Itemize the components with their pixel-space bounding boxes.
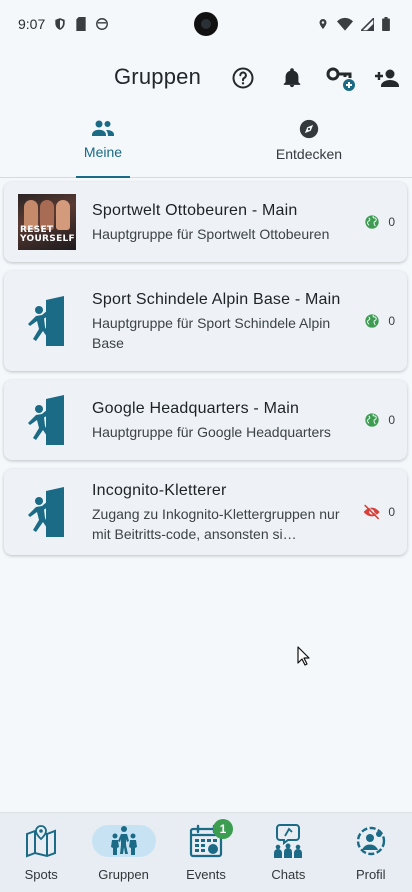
page-title: Gruppen — [114, 64, 202, 89]
face-icon — [95, 17, 109, 31]
nav-icon-container — [91, 825, 156, 857]
person-add-icon — [375, 69, 399, 87]
group-text: Incognito-Kletterer Zugang zu Inkognito-… — [92, 480, 355, 544]
public-globe-icon — [365, 413, 379, 427]
bell-icon — [283, 68, 301, 88]
nav-icon-container — [9, 825, 73, 858]
group-meta: 0 — [363, 313, 395, 329]
notifications-button[interactable] — [276, 62, 308, 94]
climber-icon — [28, 296, 64, 346]
hidden-eye-off-icon — [363, 504, 380, 520]
member-count: 0 — [388, 505, 395, 519]
group-meta: 0 — [363, 504, 395, 520]
group-card[interactable]: Google Headquarters - Main Hauptgruppe f… — [4, 380, 407, 460]
tab-meine-label: Meine — [83, 144, 123, 160]
nav-events-label: Events — [186, 867, 226, 882]
group-title: Sport Schindele Alpin Base - Main — [92, 291, 341, 308]
join-with-key-button[interactable] — [325, 62, 357, 94]
nav-chats[interactable]: Chats — [247, 813, 329, 892]
nav-profil-label: Profil — [355, 867, 386, 882]
signal-icon — [361, 17, 374, 31]
group-title: Google Headquarters - Main — [92, 400, 300, 417]
profile-gear-icon — [356, 826, 385, 856]
group-meta: 0 — [363, 214, 395, 230]
group-title: Incognito-Kletterer — [92, 482, 227, 499]
status-left: 9:07 — [18, 16, 109, 32]
chat-group-icon — [274, 824, 303, 858]
nav-spots[interactable]: Spots — [0, 813, 82, 892]
compass-icon — [299, 119, 319, 139]
group-card[interactable]: Sport Schindele Alpin Base - Main Hauptg… — [4, 271, 407, 371]
photo-text: RESET YOURSELF — [20, 225, 75, 244]
group-title: Sportwelt Ottobeuren - Main — [92, 202, 298, 219]
group-thumbnail: RESET YOURSELF — [18, 194, 76, 250]
group-description: Hauptgruppe für Sportwelt Ottobeuren — [92, 226, 330, 242]
app-header: Gruppen — [0, 56, 412, 100]
member-count: 0 — [388, 413, 395, 427]
nav-chats-label: Chats — [271, 867, 306, 882]
bottom-navigation: Spots Gruppen 1 Events Chats Profil — [0, 812, 412, 892]
wifi-icon — [337, 17, 353, 31]
group-card[interactable]: RESET YOURSELF Sportwelt Ottobeuren - Ma… — [4, 182, 407, 262]
camera-cutout — [194, 12, 218, 36]
tab-entdecken[interactable]: Entdecken — [206, 112, 412, 177]
nav-spots-label: Spots — [24, 867, 58, 882]
tab-bar: Meine Entdecken — [0, 112, 412, 178]
group-description: Hauptgruppe für Sport Schindele Alpin Ba… — [92, 315, 331, 351]
nav-icon-container — [339, 825, 403, 857]
group-icon — [92, 120, 114, 136]
mouse-cursor — [297, 646, 310, 671]
group-thumbnail — [18, 484, 76, 540]
nav-profil[interactable]: Profil — [330, 813, 412, 892]
nav-icon-container — [256, 824, 320, 858]
group-text: Sport Schindele Alpin Base - Main Hauptg… — [92, 289, 355, 353]
member-count: 0 — [388, 215, 395, 229]
group-text: Sportwelt Ottobeuren - Main Hauptgruppe … — [92, 200, 355, 244]
nav-events[interactable]: 1 Events — [165, 813, 247, 892]
member-count: 0 — [388, 314, 395, 328]
status-time: 9:07 — [18, 16, 46, 32]
nav-gruppen-label: Gruppen — [98, 867, 149, 882]
add-person-button[interactable] — [372, 62, 404, 94]
map-icon — [26, 825, 57, 858]
group-description: Zugang zu Inkognito-Klettergruppen nur m… — [92, 506, 340, 542]
events-badge: 1 — [212, 819, 233, 839]
status-right — [317, 17, 390, 31]
help-icon — [232, 67, 254, 89]
group-list: RESET YOURSELF Sportwelt Ottobeuren - Ma… — [4, 182, 407, 555]
climber-icon — [28, 395, 64, 445]
tab-meine[interactable]: Meine — [0, 112, 206, 178]
sd-card-icon — [75, 17, 87, 31]
climbers-group-icon — [110, 826, 137, 855]
group-thumbnail — [18, 392, 76, 448]
key-add-icon — [326, 67, 355, 91]
group-thumbnail — [18, 293, 76, 349]
group-meta: 0 — [363, 412, 395, 428]
group-text: Google Headquarters - Main Hauptgruppe f… — [92, 398, 355, 442]
group-description: Hauptgruppe für Google Headquarters — [92, 424, 331, 440]
location-icon — [317, 17, 329, 31]
help-button[interactable] — [227, 62, 259, 94]
shield-icon — [53, 17, 67, 31]
public-globe-icon — [365, 215, 379, 229]
nav-gruppen[interactable]: Gruppen — [83, 813, 165, 892]
group-photo: RESET YOURSELF — [18, 194, 76, 250]
cursor-arrow-icon — [297, 646, 310, 666]
battery-icon — [382, 17, 390, 31]
public-globe-icon — [365, 314, 379, 328]
group-card[interactable]: Incognito-Kletterer Zugang zu Inkognito-… — [4, 469, 407, 555]
tab-entdecken-label: Entdecken — [275, 146, 343, 162]
climber-icon — [28, 487, 64, 537]
